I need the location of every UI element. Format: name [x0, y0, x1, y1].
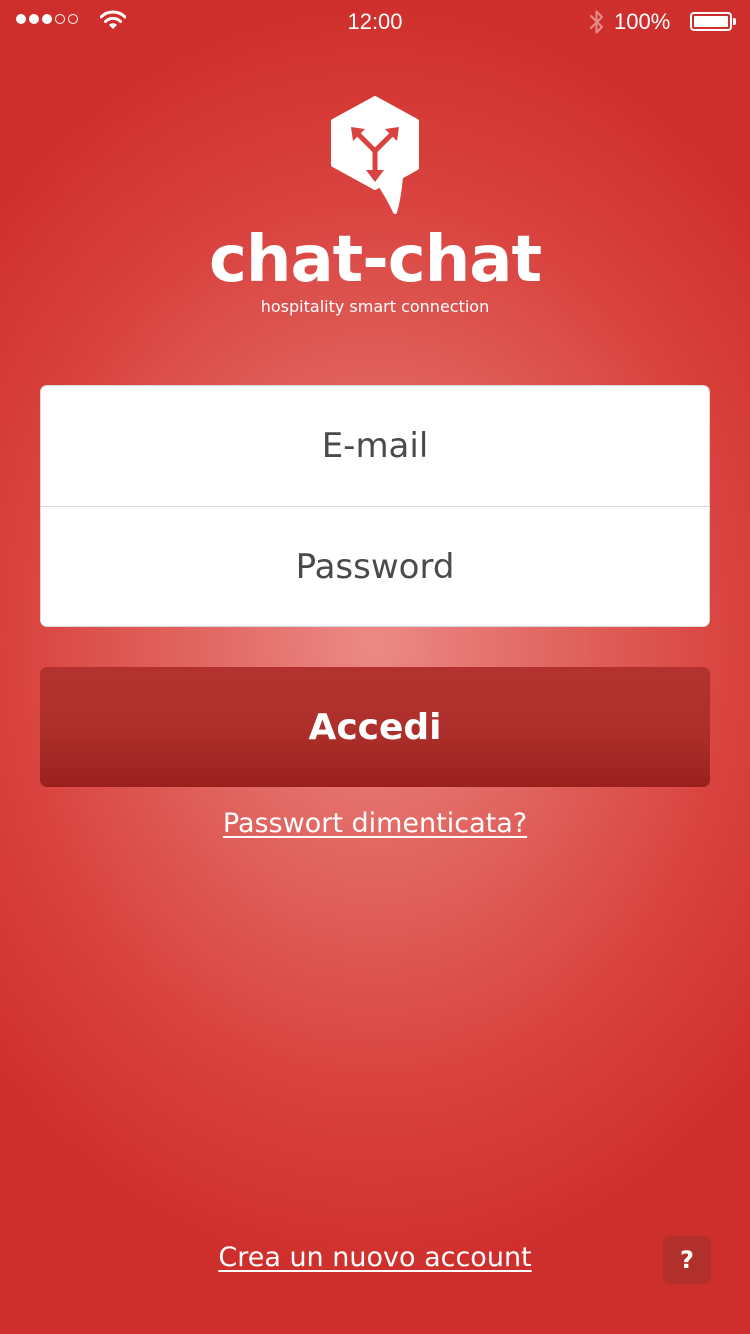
- status-bar: 12:00 100%: [0, 0, 750, 44]
- battery-nub: [733, 18, 736, 25]
- create-account-link[interactable]: Crea un nuovo account: [0, 1240, 750, 1276]
- forgot-password-link[interactable]: Passwort dimenticata?: [0, 806, 750, 842]
- help-button[interactable]: ?: [663, 1236, 711, 1284]
- email-field[interactable]: [41, 386, 709, 506]
- brand-name: chat-chat: [208, 223, 542, 297]
- bluetooth-icon: [590, 10, 603, 34]
- brand-tagline: hospitality smart connection: [260, 297, 490, 316]
- chat-bubble-arrows-icon: [331, 96, 419, 214]
- battery-level: [694, 16, 728, 27]
- battery-percentage: 100%: [614, 9, 671, 34]
- login-button[interactable]: Accedi: [40, 667, 710, 787]
- password-field[interactable]: [41, 507, 709, 626]
- battery-icon: [690, 12, 732, 31]
- login-form: [40, 385, 710, 627]
